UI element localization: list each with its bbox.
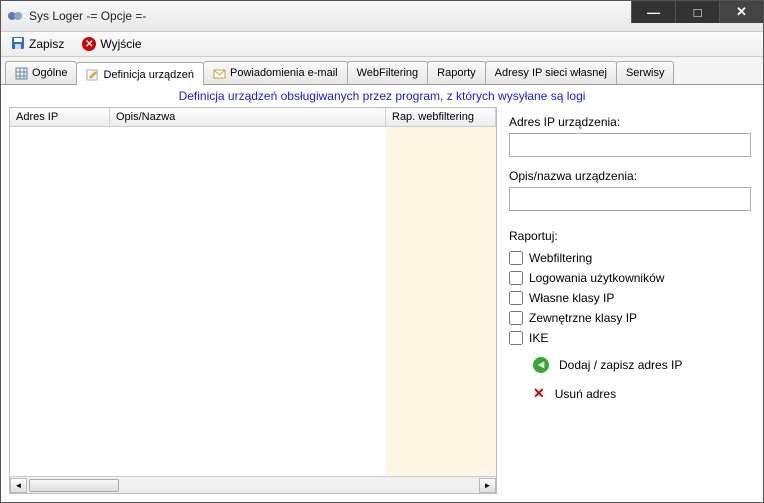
- delete-button[interactable]: ✕ Usuń adres: [509, 385, 751, 402]
- ip-label: Adres IP urządzenia:: [509, 115, 751, 129]
- scroll-thumb[interactable]: [29, 479, 119, 492]
- delete-label: Usuń adres: [555, 387, 616, 401]
- split-layout: Adres IP Opis/Nazwa Rap. webfiltering ◄ …: [9, 107, 755, 494]
- device-form: Adres IP urządzenia: Opis/nazwa urządzen…: [505, 107, 755, 494]
- cb-own-classes-label: Własne klasy IP: [529, 291, 614, 305]
- tab-services[interactable]: Serwisy: [616, 61, 675, 84]
- tab-reports-label: Raporty: [437, 67, 476, 79]
- cb-webfiltering[interactable]: [509, 251, 523, 265]
- cb-webfiltering-label: Webfiltering: [529, 251, 592, 265]
- exit-button[interactable]: ✕ Wyjście: [78, 35, 145, 53]
- scroll-left-button[interactable]: ◄: [10, 478, 27, 493]
- cb-ike[interactable]: [509, 331, 523, 345]
- horizontal-scrollbar[interactable]: ◄ ►: [10, 476, 496, 493]
- save-label: Zapisz: [29, 37, 64, 51]
- edit-icon: [86, 68, 99, 81]
- cb-ext-classes[interactable]: [509, 311, 523, 325]
- cb-logins-label: Logowania użytkowników: [529, 271, 664, 285]
- tab-devices-label: Definicja urządzeń: [103, 69, 194, 81]
- tab-general[interactable]: Ogólne: [5, 61, 77, 84]
- save-button[interactable]: Zapisz: [7, 34, 68, 55]
- page-description: Definicja urządzeń obsługiwanych przez p…: [9, 89, 755, 103]
- report-label: Raportuj:: [509, 229, 751, 243]
- tab-services-label: Serwisy: [626, 67, 665, 79]
- add-save-label: Dodaj / zapisz adres IP: [559, 358, 682, 372]
- name-input[interactable]: [509, 187, 751, 211]
- table-header: Adres IP Opis/Nazwa Rap. webfiltering: [10, 108, 496, 127]
- checkbox-group: Webfiltering Logowania użytkowników Włas…: [509, 251, 751, 345]
- table-body[interactable]: [10, 127, 496, 476]
- window-controls: — □ ✕: [631, 1, 763, 23]
- tab-devices[interactable]: Definicja urządzeń: [76, 62, 204, 85]
- cb-logins[interactable]: [509, 271, 523, 285]
- close-button[interactable]: ✕: [719, 1, 763, 23]
- device-table: Adres IP Opis/Nazwa Rap. webfiltering ◄ …: [9, 107, 497, 494]
- tab-general-label: Ogólne: [32, 67, 67, 79]
- cb-own-classes[interactable]: [509, 291, 523, 305]
- cb-ike-label: IKE: [529, 331, 548, 345]
- delete-x-icon: ✕: [533, 385, 545, 402]
- tab-email[interactable]: Powiadomienia e-mail: [203, 61, 348, 84]
- back-arrow-icon: ◄: [533, 357, 549, 373]
- col-rap[interactable]: Rap. webfiltering: [386, 108, 496, 126]
- tab-ownips-label: Adresy IP sieci własnej: [495, 67, 607, 79]
- exit-icon: ✕: [82, 37, 96, 51]
- tab-ownips[interactable]: Adresy IP sieci własnej: [485, 61, 617, 84]
- window-title: Sys Loger -= Opcje =-: [29, 9, 146, 23]
- exit-label: Wyjście: [100, 37, 141, 51]
- tab-email-label: Powiadomienia e-mail: [230, 67, 338, 79]
- col-ip[interactable]: Adres IP: [10, 108, 110, 126]
- minimize-button[interactable]: —: [631, 1, 675, 23]
- scroll-right-button[interactable]: ►: [479, 478, 496, 493]
- tab-reports[interactable]: Raporty: [427, 61, 486, 84]
- ip-input[interactable]: [509, 133, 751, 157]
- maximize-button[interactable]: □: [675, 1, 719, 23]
- tab-bar: Ogólne Definicja urządzeń Powiadomienia …: [1, 57, 763, 85]
- save-icon: [11, 36, 25, 53]
- tab-webfiltering-label: WebFiltering: [357, 67, 419, 79]
- grid-icon: [15, 67, 28, 80]
- name-label: Opis/nazwa urządzenia:: [509, 169, 751, 183]
- mail-icon: [213, 67, 226, 80]
- titlebar: Sys Loger -= Opcje =- — □ ✕: [1, 1, 763, 31]
- add-save-button[interactable]: ◄ Dodaj / zapisz adres IP: [509, 357, 751, 373]
- cb-ext-classes-label: Zewnętrzne klasy IP: [529, 311, 637, 325]
- app-icon: [7, 8, 23, 24]
- content-area: Definicja urządzeń obsługiwanych przez p…: [1, 85, 763, 502]
- toolbar: Zapisz ✕ Wyjście: [1, 31, 763, 57]
- tab-webfiltering[interactable]: WebFiltering: [347, 61, 429, 84]
- col-name[interactable]: Opis/Nazwa: [110, 108, 386, 126]
